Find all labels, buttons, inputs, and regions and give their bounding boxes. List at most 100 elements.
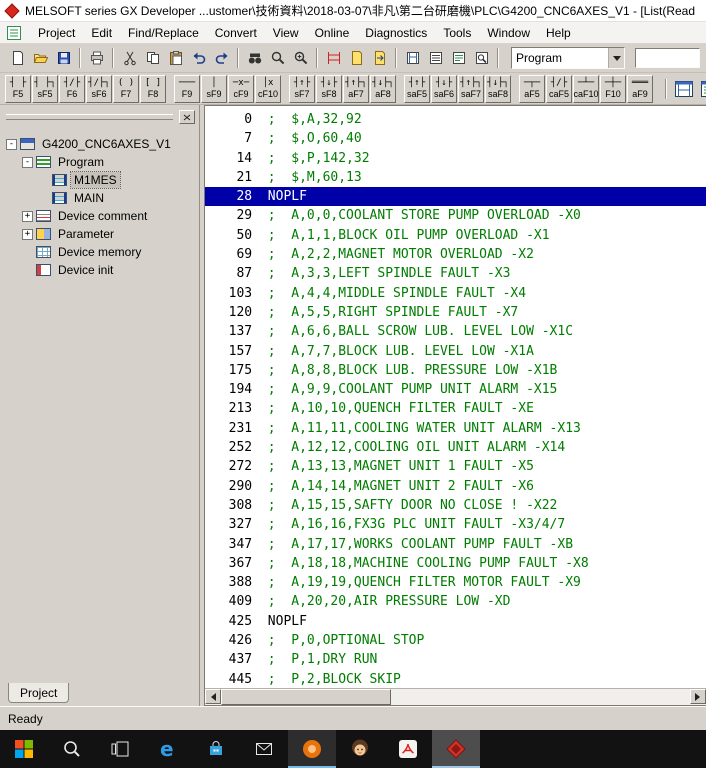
sticker-app-button[interactable] xyxy=(336,730,384,768)
program-line-194[interactable]: 194 ; A,9,9,COOLANT PUMP UNIT ALARM -X15 xyxy=(205,380,706,399)
program-line-29[interactable]: 29 ; A,0,0,COOLANT STORE PUMP OVERLOAD -… xyxy=(205,206,706,225)
program-line-445[interactable]: 445 ; P,2,BLOCK SKIP xyxy=(205,670,706,688)
fkey-f7-button[interactable]: ( )F7 xyxy=(113,75,139,103)
redo-button[interactable] xyxy=(210,47,233,70)
menu-diagnostics[interactable]: Diagnostics xyxy=(357,23,435,43)
fkey-cf10-button[interactable]: │xcF10 xyxy=(255,75,281,103)
program-line-347[interactable]: 347 ; A,17,17,WORKS COOLANT PUMP FAULT -… xyxy=(205,535,706,554)
menu-window[interactable]: Window xyxy=(479,23,538,43)
program-line-7[interactable]: 7 ; $,O,60,40 xyxy=(205,129,706,148)
view-comment-button[interactable] xyxy=(447,47,470,70)
program-line-69[interactable]: 69 ; A,2,2,MAGNET MOTOR OVERLOAD -X2 xyxy=(205,245,706,264)
acrobat-button[interactable] xyxy=(384,730,432,768)
program-line-50[interactable]: 50 ; A,1,1,BLOCK OIL PUMP OVERLOAD -X1 xyxy=(205,226,706,245)
task-view-button[interactable] xyxy=(96,730,144,768)
program-line-213[interactable]: 213 ; A,10,10,QUENCH FILTER FAULT -XE xyxy=(205,399,706,418)
tree-item-device-init[interactable]: Device init xyxy=(0,261,199,279)
fkey-f5-button[interactable]: ┤ ├F5 xyxy=(5,75,31,103)
fkey-af8-button[interactable]: ┤↓├┐aF8 xyxy=(370,75,396,103)
fkey-caf5-button[interactable]: ┤/├caF5 xyxy=(546,75,572,103)
scrollbar-thumb[interactable] xyxy=(221,689,391,705)
ladder-mode-button[interactable] xyxy=(322,47,345,70)
fkey-sf6-button[interactable]: ┤/├┐sF6 xyxy=(86,75,112,103)
program-line-388[interactable]: 388 ; A,19,19,QUENCH FILTER MOTOR FAULT … xyxy=(205,573,706,592)
program-line-252[interactable]: 252 ; A,12,12,COOLING OIL UNIT ALARM -X1… xyxy=(205,438,706,457)
ladder-window-button[interactable] xyxy=(671,76,697,102)
copy-button[interactable] xyxy=(141,47,164,70)
menu-convert[interactable]: Convert xyxy=(207,23,265,43)
tree-item-g4200-cnc6axes-v1[interactable]: -G4200_CNC6AXES_V1 xyxy=(0,135,199,153)
fkey-af5-button[interactable]: ─┬─aF5 xyxy=(519,75,545,103)
fkey-af9-button[interactable]: ═══aF9 xyxy=(627,75,653,103)
fkey-sf9-button[interactable]: │sF9 xyxy=(201,75,227,103)
fkey-f8-button[interactable]: [ ]F8 xyxy=(140,75,166,103)
new-project-button[interactable] xyxy=(6,47,29,70)
program-line-157[interactable]: 157 ; A,7,7,BLOCK LUB. LEVEL LOW -X1A xyxy=(205,342,706,361)
fkey-sf8-button[interactable]: ┤↓├sF8 xyxy=(316,75,342,103)
menu-tools[interactable]: Tools xyxy=(435,23,479,43)
fkey-f9-button[interactable]: ───F9 xyxy=(174,75,200,103)
cut-button[interactable] xyxy=(118,47,141,70)
edge-browser-button[interactable]: e xyxy=(144,730,192,768)
comment-window-button[interactable] xyxy=(697,76,706,102)
expand-plus-box[interactable]: + xyxy=(22,229,33,240)
paste-button[interactable] xyxy=(164,47,187,70)
collapse-minus-box[interactable]: - xyxy=(6,139,17,150)
tree-item-m1mes[interactable]: M1MES xyxy=(0,171,199,189)
open-project-button[interactable] xyxy=(29,47,52,70)
zoom-button[interactable] xyxy=(266,47,289,70)
find-button[interactable] xyxy=(243,47,266,70)
scroll-left-button[interactable] xyxy=(205,689,221,704)
view-ladder-button[interactable] xyxy=(401,47,424,70)
expand-plus-box[interactable]: + xyxy=(22,211,33,222)
print-button[interactable] xyxy=(85,47,108,70)
zoom-in-button[interactable] xyxy=(289,47,312,70)
program-line-290[interactable]: 290 ; A,14,14,MAGNET UNIT 2 FAULT -X6 xyxy=(205,477,706,496)
program-line-120[interactable]: 120 ; A,5,5,RIGHT SPINDLE FAULT -X7 xyxy=(205,303,706,322)
fkey-cf9-button[interactable]: ─x─cF9 xyxy=(228,75,254,103)
gx-developer-app-button[interactable] xyxy=(432,730,480,768)
program-line-308[interactable]: 308 ; A,15,15,SAFTY DOOR NO CLOSE ! -X22 xyxy=(205,496,706,515)
panel-close-button[interactable] xyxy=(179,110,195,124)
fkey-saf7-button[interactable]: ┤↑├┐saF7 xyxy=(458,75,484,103)
menu-edit[interactable]: Edit xyxy=(83,23,120,43)
fkey-sf5-button[interactable]: ┤ ├┐sF5 xyxy=(32,75,58,103)
program-mode-combo[interactable]: Program xyxy=(511,47,625,69)
fkey-saf6-button[interactable]: ┤↓├saF6 xyxy=(431,75,457,103)
program-line-137[interactable]: 137 ; A,6,6,BALL SCROW LUB. LEVEL LOW -X… xyxy=(205,322,706,341)
program-line-231[interactable]: 231 ; A,11,11,COOLING WATER UNIT ALARM -… xyxy=(205,419,706,438)
fkey-af7-button[interactable]: ┤↑├┐aF7 xyxy=(343,75,369,103)
program-line-103[interactable]: 103 ; A,4,4,MIDDLE SPINDLE FAULT -X4 xyxy=(205,284,706,303)
undo-button[interactable] xyxy=(187,47,210,70)
tree-item-device-comment[interactable]: +Device comment xyxy=(0,207,199,225)
program-line-327[interactable]: 327 ; A,16,16,FX3G PLC UNIT FAULT -X3/4/… xyxy=(205,515,706,534)
menu-online[interactable]: Online xyxy=(307,23,358,43)
menu-help[interactable]: Help xyxy=(538,23,579,43)
write-mode-button[interactable] xyxy=(368,47,391,70)
save-project-button[interactable] xyxy=(52,47,75,70)
view-monitor-button[interactable] xyxy=(470,47,493,70)
panel-grip[interactable] xyxy=(6,114,173,120)
tree-item-device-memory[interactable]: Device memory xyxy=(0,243,199,261)
scrollbar-track[interactable] xyxy=(391,689,690,705)
program-line-175[interactable]: 175 ; A,8,8,BLOCK LUB. PRESSURE LOW -X1B xyxy=(205,361,706,380)
store-button[interactable] xyxy=(192,730,240,768)
tree-item-main[interactable]: MAIN xyxy=(0,189,199,207)
menu-find-replace[interactable]: Find/Replace xyxy=(120,23,207,43)
search-button[interactable] xyxy=(48,730,96,768)
project-tab[interactable]: Project xyxy=(8,683,69,703)
fkey-caf10-button[interactable]: ─┴─caF10 xyxy=(573,75,599,103)
program-line-425[interactable]: 425 NOPLF xyxy=(205,612,706,631)
program-line-437[interactable]: 437 ; P,1,DRY RUN xyxy=(205,650,706,669)
program-line-367[interactable]: 367 ; A,18,18,MACHINE COOLING PUMP FAULT… xyxy=(205,554,706,573)
program-line-409[interactable]: 409 ; A,20,20,AIR PRESSURE LOW -XD xyxy=(205,592,706,611)
fkey-saf8-button[interactable]: ┤↓├┐saF8 xyxy=(485,75,511,103)
view-list-button[interactable] xyxy=(424,47,447,70)
program-line-21[interactable]: 21 ; $,M,60,13 xyxy=(205,168,706,187)
orange-app-button[interactable] xyxy=(288,730,336,768)
scroll-right-button[interactable] xyxy=(690,689,706,704)
program-line-14[interactable]: 14 ; $,P,142,32 xyxy=(205,149,706,168)
mail-button[interactable] xyxy=(240,730,288,768)
program-line-87[interactable]: 87 ; A,3,3,LEFT SPINDLE FAULT -X3 xyxy=(205,264,706,283)
fkey-saf5-button[interactable]: ┤↑├saF5 xyxy=(404,75,430,103)
